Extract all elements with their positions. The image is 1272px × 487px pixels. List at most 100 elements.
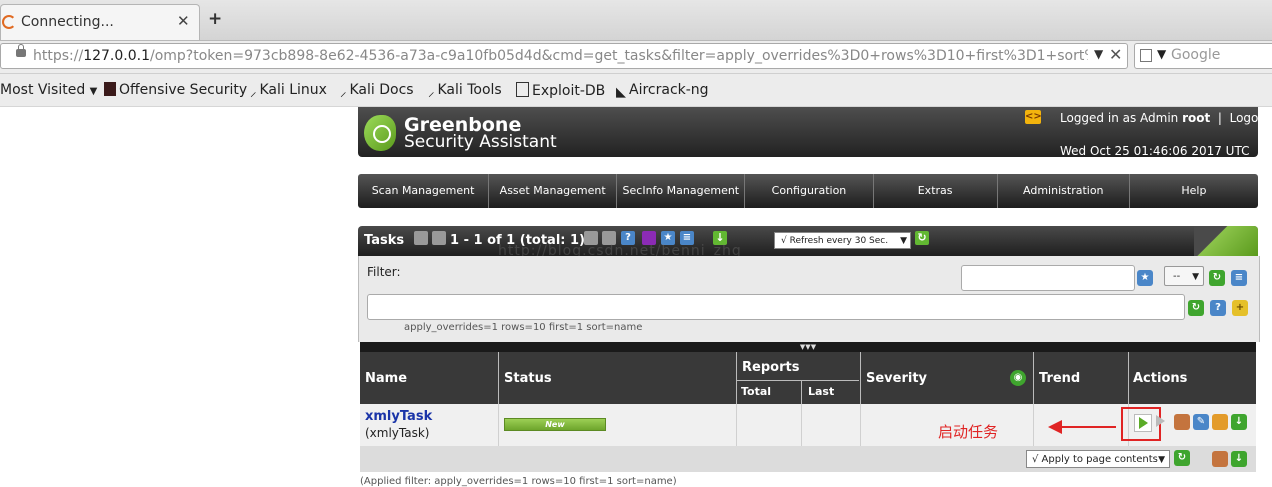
refresh-filter-icon[interactable]: ↻ [1209,270,1225,286]
section-title: Tasks [364,233,405,248]
refresh-icon[interactable]: ↻ [915,231,929,245]
bookmark-label: Kali Linux [259,82,327,98]
bookmark-kali-linux[interactable]: ⸝ Kali Linux [250,82,327,100]
browser-tab[interactable]: Connecting... ✕ [0,4,200,40]
edit-wrench-icon[interactable]: ✎ [1193,414,1209,430]
bulk-export-icon[interactable]: ↓ [1231,451,1247,467]
apply-to-select[interactable]: √ Apply to page contents [1026,450,1170,469]
tasks-section-header: Tasks 1 - 1 of 1 (total: 1) ? ★ ≡ ↓ √ Re… [358,226,1258,256]
save-filter-star-icon[interactable]: ★ [1137,270,1153,286]
bookmark-label: Offensive Security [119,82,248,98]
overrides-toggle-icon[interactable]: ◉ [1010,370,1026,386]
first-page-icon[interactable] [414,231,428,245]
exploit-db-icon [516,82,529,97]
url-bar[interactable]: https://127.0.0.1/omp?token=973cb898-8e6… [0,43,1128,69]
menu-secinfo-management[interactable]: SecInfo Management [617,174,746,208]
search-placeholder: Google [1171,47,1221,63]
cell-divider [860,404,861,446]
applied-filter-text: (Applied filter: apply_overrides=1 rows=… [360,476,677,487]
col-status[interactable]: Status [504,371,552,386]
gsa-header: Greenbone Security Assistant <> Logged i… [358,107,1271,158]
col-reports-last[interactable]: Last [802,380,859,404]
trash-icon[interactable] [1174,414,1190,430]
col-severity[interactable]: Severity [866,371,927,386]
cell-divider [801,404,802,446]
menu-configuration[interactable]: Configuration [745,174,874,208]
status-badge: New [504,418,606,431]
filter-label: Filter: [367,265,401,279]
menu-administration[interactable]: Administration [998,174,1130,208]
apply-bulk-icon[interactable]: ↻ [1174,450,1190,466]
filter-input[interactable] [367,294,1185,320]
export-icon[interactable]: ↓ [1231,414,1247,430]
url-dropdown-icon[interactable]: ▼ [1094,47,1103,61]
col-actions: Actions [1133,371,1188,386]
bookmark-label: Aircrack-ng [629,82,709,98]
bookmark-label: Kali Docs [349,82,414,98]
apply-filter-icon[interactable]: ↻ [1188,300,1204,316]
bookmark-offensive-security[interactable]: Offensive Security [104,82,247,98]
url-stop-icon[interactable]: ✕ [1109,45,1122,64]
cell-divider [498,404,499,446]
cell-divider [736,404,737,446]
logout-link[interactable]: Logout [1230,111,1271,125]
cell-divider [1033,404,1034,446]
bookmark-label: Most Visited [0,82,86,98]
chevron-down-icon: ▼ [89,86,98,97]
kali-dragon-icon: ⸝ [428,85,435,100]
bulk-trash-icon[interactable] [1212,451,1228,467]
new-filter-icon[interactable]: + [1232,300,1248,316]
aircrack-icon: ◣ [616,85,626,100]
url-host: 127.0.0.1 [83,48,150,64]
login-prefix: Logged in as Admin [1060,111,1179,125]
lock-icon [16,44,26,57]
start-task-play-icon[interactable] [1134,414,1152,432]
bookmarks-bar: Most Visited ▼ Offensive Security ⸝ Kali … [0,74,1272,107]
section-corner-decoration [1194,226,1258,256]
menu-help[interactable]: Help [1130,174,1258,208]
filter-name-input[interactable] [961,265,1135,291]
task-name-link[interactable]: xmlyTask [365,409,432,424]
filter-help-icon[interactable]: ? [1210,300,1226,316]
col-reports: Reports [742,360,800,375]
task-comment: (xmlyTask) [365,426,430,440]
col-name[interactable]: Name [365,371,407,386]
resume-disabled-icon [1156,415,1165,427]
browser-nav-bar: https://127.0.0.1/omp?token=973cb898-8e6… [0,41,1272,74]
brand-subtitle: Security Assistant [404,132,557,152]
menu-asset-management[interactable]: Asset Management [489,174,618,208]
kali-dragon-icon: ⸝ [250,85,257,100]
search-engine-dropdown-icon[interactable]: ▼ [1157,47,1166,61]
bookmark-most-visited[interactable]: Most Visited ▼ [0,82,97,98]
collapse-handle[interactable]: ▼▼▼ [360,342,1256,352]
table-row: xmlyTask (xmlyTask) New 启动任务 ✎ ↓ [360,404,1256,447]
filter-select[interactable]: -- [1164,266,1204,287]
search-bar[interactable]: ▼ Google [1134,43,1272,69]
url-text[interactable]: https://127.0.0.1/omp?token=973cb898-8e6… [33,48,1088,64]
close-tab-icon[interactable]: ✕ [177,12,190,30]
code-badge-icon[interactable]: <> [1025,110,1042,124]
bulk-action-row: √ Apply to page contents ↻ ↓ [360,446,1256,472]
menu-extras[interactable]: Extras [874,174,998,208]
bookmark-exploit-db[interactable]: Exploit-DB [516,82,605,99]
col-reports-total[interactable]: Total [737,380,801,404]
url-prefix: https:// [33,48,84,64]
tab-title: Connecting... [21,14,114,30]
username[interactable]: root [1182,111,1210,125]
bookmark-kali-docs[interactable]: ⸝ Kali Docs [340,82,414,100]
new-tab-icon[interactable]: + [208,9,222,29]
annotation-arrow-line [1060,426,1116,428]
filter-list-icon[interactable]: ≡ [1231,270,1247,286]
previous-page-icon[interactable] [432,231,446,245]
col-trend: Trend [1039,371,1081,386]
column-divider [860,352,861,404]
header-datetime: Wed Oct 25 01:46:06 2017 UTC [1060,144,1250,158]
clone-icon[interactable] [1212,414,1228,430]
refresh-select[interactable]: √ Refresh every 30 Sec. [774,232,911,250]
column-divider [498,352,499,404]
browser-tab-bar: Connecting... ✕ + [0,0,1272,41]
bookmark-kali-tools[interactable]: ⸝ Kali Tools [428,82,502,100]
bookmark-aircrack-ng[interactable]: ◣ Aircrack-ng [616,82,709,100]
filter-panel: Filter: ★ -- ↻ ≡ ↻ ? + apply_overrides=1… [358,256,1260,342]
menu-scan-management[interactable]: Scan Management [358,174,490,208]
